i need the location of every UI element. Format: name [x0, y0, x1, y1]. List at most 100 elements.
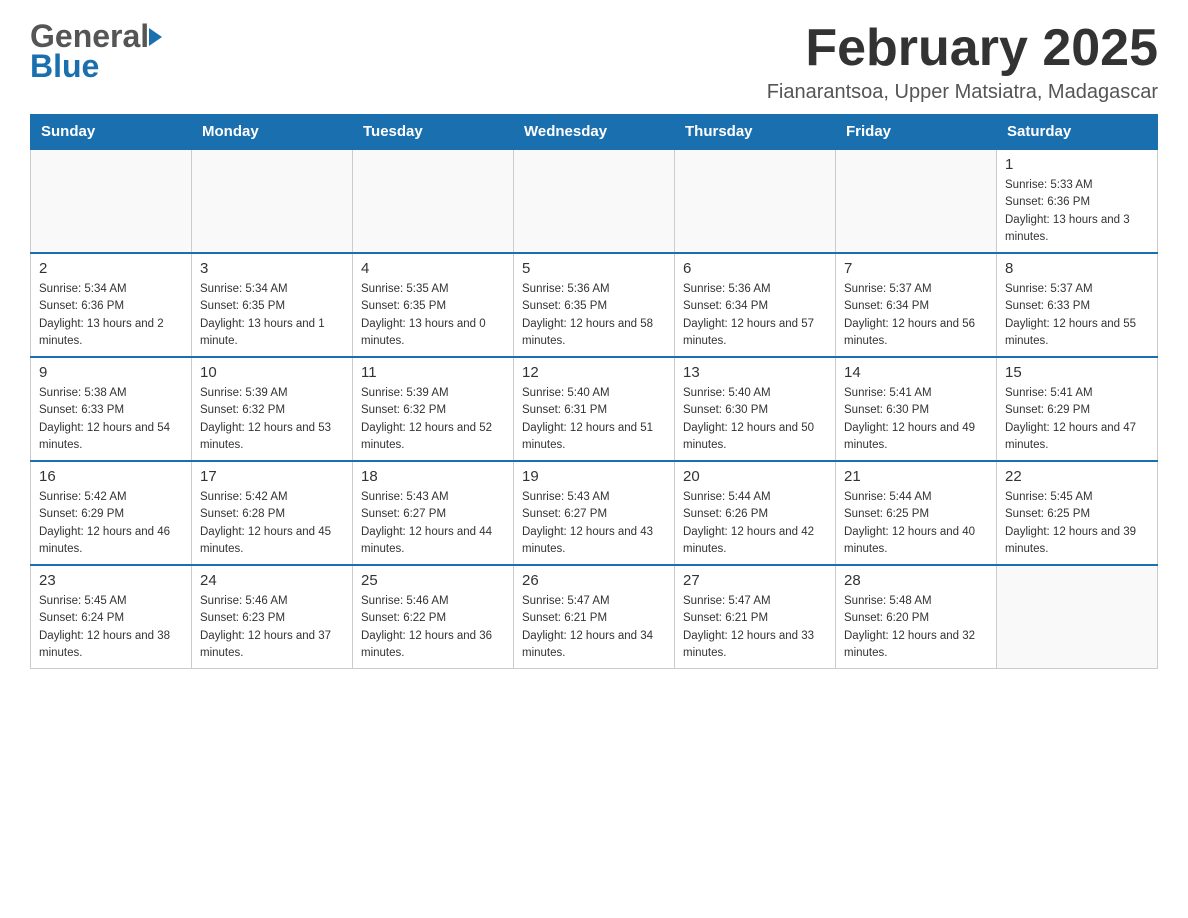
- day-info: Sunrise: 5:47 AMSunset: 6:21 PMDaylight:…: [683, 593, 827, 662]
- day-info: Sunrise: 5:46 AMSunset: 6:22 PMDaylight:…: [361, 593, 505, 662]
- day-number: 15: [1005, 364, 1149, 381]
- empty-cell: [997, 565, 1158, 669]
- day-cell-11: 11Sunrise: 5:39 AMSunset: 6:32 PMDayligh…: [353, 357, 514, 461]
- day-cell-2: 2 Sunrise: 5:34 AMSunset: 6:36 PMDaylight…: [31, 253, 192, 357]
- day-number: 13: [683, 364, 827, 381]
- day-number: 22: [1005, 468, 1149, 485]
- day-number: 11: [361, 364, 505, 381]
- empty-cell: [675, 149, 836, 253]
- empty-cell: [192, 149, 353, 253]
- day-number: 6: [683, 260, 827, 277]
- day-header-sunday: Sunday: [31, 115, 192, 150]
- calendar-body: 1Sunrise: 5:33 AMSunset: 6:36 PMDaylight…: [31, 149, 1158, 669]
- day-cell-28: 28 Sunrise: 5:48 AMSunset: 6:20 PMDayligh…: [836, 565, 997, 669]
- day-info: Sunrise: 5:37 AMSunset: 6:34 PMDaylight:…: [844, 281, 988, 350]
- day-number: 24: [200, 572, 344, 589]
- day-info: Sunrise: 5:35 AMSunset: 6:35 PMDaylight:…: [361, 281, 505, 350]
- day-header-monday: Monday: [192, 115, 353, 150]
- empty-cell: [353, 149, 514, 253]
- week-row-4: 16 Sunrise: 5:42 AMSunset: 6:29 PMDayligh…: [31, 461, 1158, 565]
- day-cell-10: 10 Sunrise: 5:39 AMSunset: 6:32 PMDayligh…: [192, 357, 353, 461]
- day-info: Sunrise: 5:42 AMSunset: 6:29 PMDaylight:…: [39, 489, 183, 558]
- day-header-friday: Friday: [836, 115, 997, 150]
- day-info: Sunrise: 5:42 AMSunset: 6:28 PMDaylight:…: [200, 489, 344, 558]
- day-info: Sunrise: 5:47 AMSunset: 6:21 PMDaylight:…: [522, 593, 666, 662]
- day-number: 4: [361, 260, 505, 277]
- week-row-2: 2 Sunrise: 5:34 AMSunset: 6:36 PMDaylight…: [31, 253, 1158, 357]
- day-number: 7: [844, 260, 988, 277]
- day-number: 28: [844, 572, 988, 589]
- day-number: 9: [39, 364, 183, 381]
- day-cell-3: 3 Sunrise: 5:34 AMSunset: 6:35 PMDaylight…: [192, 253, 353, 357]
- calendar-header: SundayMondayTuesdayWednesdayThursdayFrid…: [31, 115, 1158, 150]
- day-cell-14: 14Sunrise: 5:41 AMSunset: 6:30 PMDayligh…: [836, 357, 997, 461]
- day-cell-4: 4 Sunrise: 5:35 AMSunset: 6:35 PMDaylight…: [353, 253, 514, 357]
- day-info: Sunrise: 5:46 AMSunset: 6:23 PMDaylight:…: [200, 593, 344, 662]
- day-cell-9: 9 Sunrise: 5:38 AMSunset: 6:33 PMDaylight…: [31, 357, 192, 461]
- day-number: 17: [200, 468, 344, 485]
- day-cell-1: 1Sunrise: 5:33 AMSunset: 6:36 PMDaylight…: [997, 149, 1158, 253]
- day-cell-13: 13Sunrise: 5:40 AMSunset: 6:30 PMDayligh…: [675, 357, 836, 461]
- day-cell-22: 22 Sunrise: 5:45 AMSunset: 6:25 PMDayligh…: [997, 461, 1158, 565]
- day-number: 21: [844, 468, 988, 485]
- day-cell-26: 26 Sunrise: 5:47 AMSunset: 6:21 PMDayligh…: [514, 565, 675, 669]
- day-cell-27: 27Sunrise: 5:47 AMSunset: 6:21 PMDayligh…: [675, 565, 836, 669]
- calendar-table: SundayMondayTuesdayWednesdayThursdayFrid…: [30, 114, 1158, 669]
- day-cell-7: 7 Sunrise: 5:37 AMSunset: 6:34 PMDaylight…: [836, 253, 997, 357]
- day-number: 8: [1005, 260, 1149, 277]
- day-cell-17: 17 Sunrise: 5:42 AMSunset: 6:28 PMDayligh…: [192, 461, 353, 565]
- day-info: Sunrise: 5:40 AMSunset: 6:31 PMDaylight:…: [522, 385, 666, 454]
- day-info: Sunrise: 5:44 AMSunset: 6:26 PMDaylight:…: [683, 489, 827, 558]
- day-info: Sunrise: 5:39 AMSunset: 6:32 PMDaylight:…: [200, 385, 344, 454]
- week-row-5: 23 Sunrise: 5:45 AMSunset: 6:24 PMDayligh…: [31, 565, 1158, 669]
- day-info: Sunrise: 5:41 AMSunset: 6:30 PMDaylight:…: [844, 385, 988, 454]
- day-number: 10: [200, 364, 344, 381]
- day-number: 25: [361, 572, 505, 589]
- day-info: Sunrise: 5:36 AMSunset: 6:35 PMDaylight:…: [522, 281, 666, 350]
- header-row: SundayMondayTuesdayWednesdayThursdayFrid…: [31, 115, 1158, 150]
- day-info: Sunrise: 5:43 AMSunset: 6:27 PMDaylight:…: [361, 489, 505, 558]
- day-number: 3: [200, 260, 344, 277]
- day-info: Sunrise: 5:34 AMSunset: 6:36 PMDaylight:…: [39, 281, 183, 350]
- day-cell-15: 15 Sunrise: 5:41 AMSunset: 6:29 PMDayligh…: [997, 357, 1158, 461]
- logo-area: General Blue: [30, 20, 162, 85]
- day-header-saturday: Saturday: [997, 115, 1158, 150]
- logo-arrow-icon: [149, 28, 162, 46]
- day-number: 16: [39, 468, 183, 485]
- empty-cell: [31, 149, 192, 253]
- day-header-thursday: Thursday: [675, 115, 836, 150]
- day-number: 26: [522, 572, 666, 589]
- day-cell-12: 12 Sunrise: 5:40 AMSunset: 6:31 PMDayligh…: [514, 357, 675, 461]
- day-cell-16: 16 Sunrise: 5:42 AMSunset: 6:29 PMDayligh…: [31, 461, 192, 565]
- day-cell-5: 5 Sunrise: 5:36 AMSunset: 6:35 PMDaylight…: [514, 253, 675, 357]
- day-info: Sunrise: 5:34 AMSunset: 6:35 PMDaylight:…: [200, 281, 344, 350]
- day-header-tuesday: Tuesday: [353, 115, 514, 150]
- day-info: Sunrise: 5:36 AMSunset: 6:34 PMDaylight:…: [683, 281, 827, 350]
- week-row-1: 1Sunrise: 5:33 AMSunset: 6:36 PMDaylight…: [31, 149, 1158, 253]
- day-info: Sunrise: 5:48 AMSunset: 6:20 PMDaylight:…: [844, 593, 988, 662]
- day-info: Sunrise: 5:45 AMSunset: 6:24 PMDaylight:…: [39, 593, 183, 662]
- day-info: Sunrise: 5:38 AMSunset: 6:33 PMDaylight:…: [39, 385, 183, 454]
- day-number: 5: [522, 260, 666, 277]
- empty-cell: [514, 149, 675, 253]
- day-cell-24: 24 Sunrise: 5:46 AMSunset: 6:23 PMDayligh…: [192, 565, 353, 669]
- day-cell-18: 18 Sunrise: 5:43 AMSunset: 6:27 PMDayligh…: [353, 461, 514, 565]
- page-header: General Blue February 2025 Fianarantsoa,…: [30, 20, 1158, 104]
- location-title: Fianarantsoa, Upper Matsiatra, Madagasca…: [767, 81, 1158, 104]
- day-cell-25: 25 Sunrise: 5:46 AMSunset: 6:22 PMDayligh…: [353, 565, 514, 669]
- day-number: 23: [39, 572, 183, 589]
- month-title: February 2025: [767, 20, 1158, 77]
- day-info: Sunrise: 5:41 AMSunset: 6:29 PMDaylight:…: [1005, 385, 1149, 454]
- day-number: 20: [683, 468, 827, 485]
- day-number: 19: [522, 468, 666, 485]
- title-area: February 2025 Fianarantsoa, Upper Matsia…: [767, 20, 1158, 104]
- day-info: Sunrise: 5:45 AMSunset: 6:25 PMDaylight:…: [1005, 489, 1149, 558]
- day-info: Sunrise: 5:37 AMSunset: 6:33 PMDaylight:…: [1005, 281, 1149, 350]
- day-cell-23: 23 Sunrise: 5:45 AMSunset: 6:24 PMDayligh…: [31, 565, 192, 669]
- logo-blue-text: Blue: [30, 48, 99, 85]
- day-cell-19: 19Sunrise: 5:43 AMSunset: 6:27 PMDayligh…: [514, 461, 675, 565]
- week-row-3: 9 Sunrise: 5:38 AMSunset: 6:33 PMDaylight…: [31, 357, 1158, 461]
- day-number: 18: [361, 468, 505, 485]
- day-number: 2: [39, 260, 183, 277]
- day-number: 12: [522, 364, 666, 381]
